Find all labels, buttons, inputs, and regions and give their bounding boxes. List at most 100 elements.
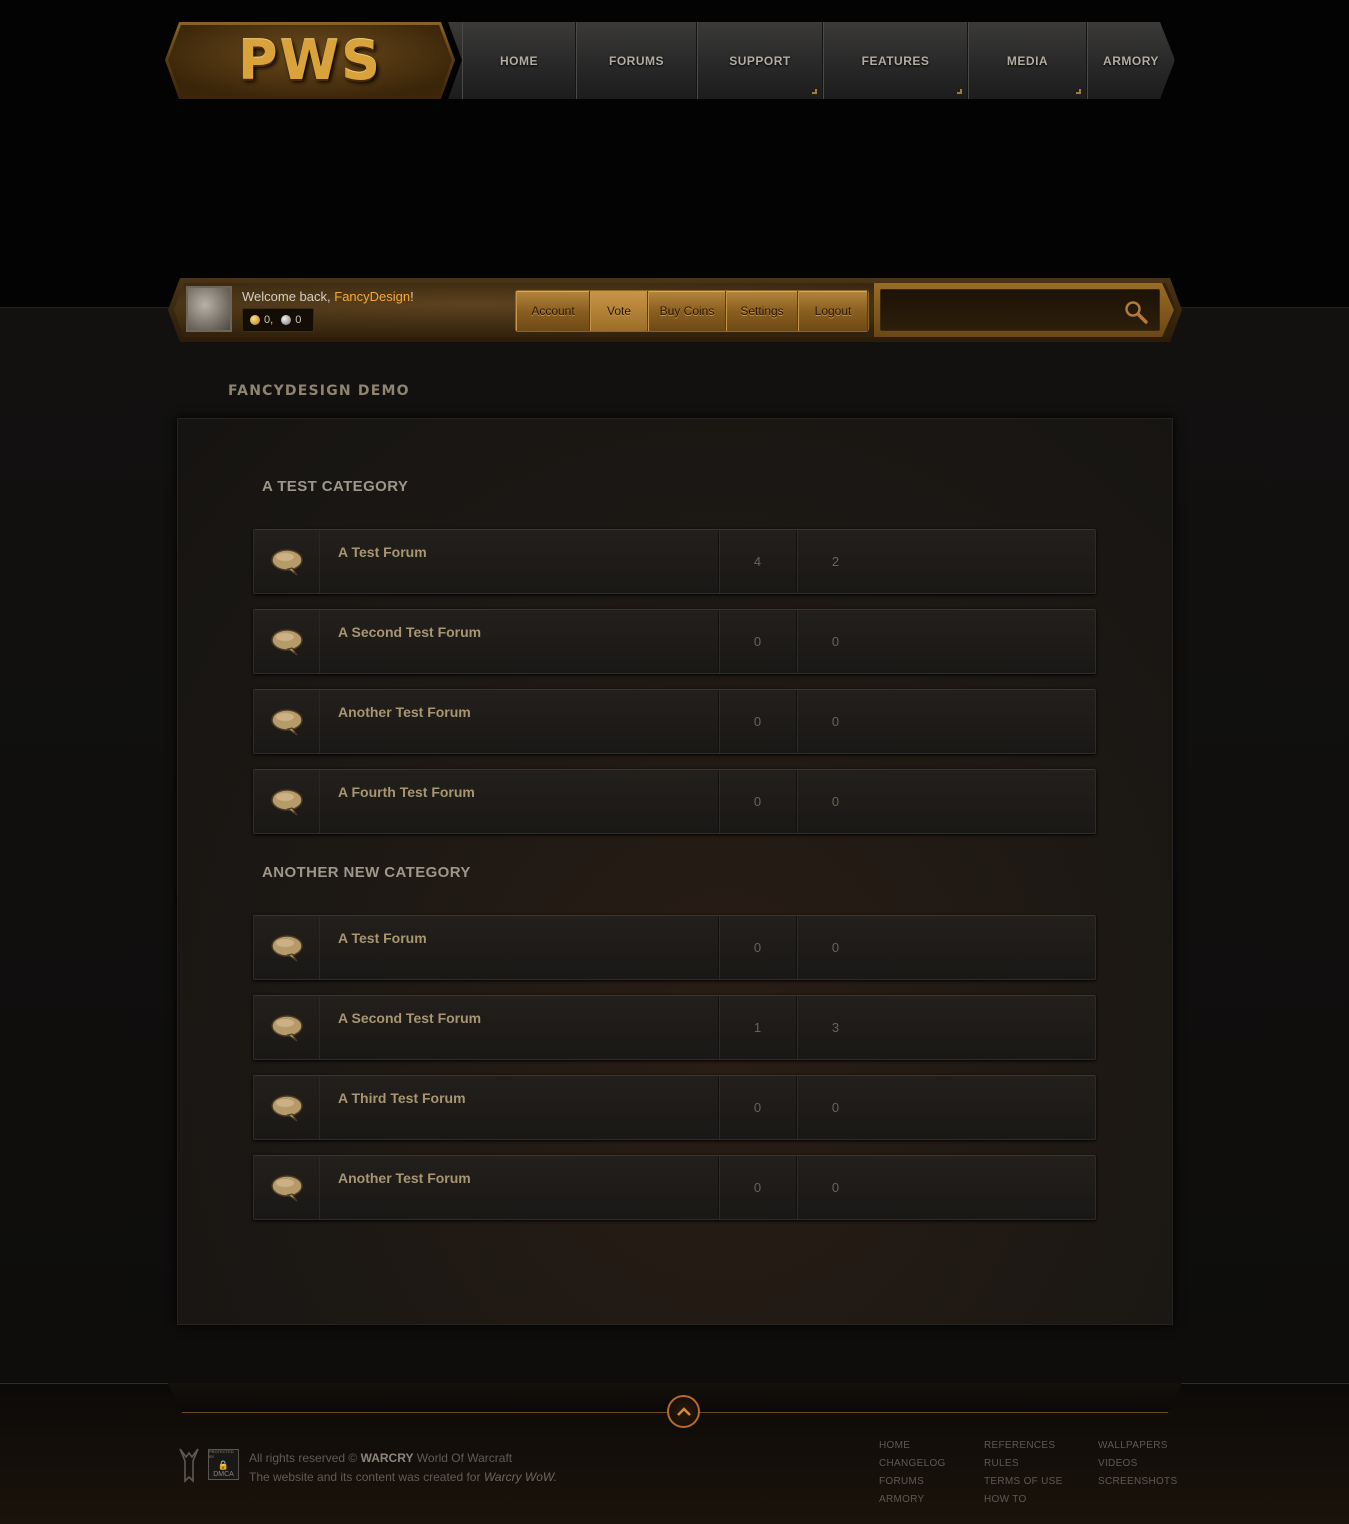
copyright-text: All rights reserved © WARCRY World Of Wa… — [249, 1449, 557, 1487]
account-button[interactable]: Account — [516, 291, 590, 331]
dmca-badge[interactable]: PROTECTED BY 🔒 DMCA — [208, 1449, 239, 1480]
forum-row[interactable]: A Third Test Forum 0 0 — [253, 1075, 1096, 1140]
footer-link-screenshots[interactable]: SCREENSHOTS — [1098, 1473, 1177, 1491]
speech-bubble-icon — [270, 628, 303, 655]
forum-icon-cell — [254, 916, 320, 979]
footer-link-terms[interactable]: TERMS OF USE — [984, 1473, 1063, 1491]
speech-bubble-icon — [270, 1094, 303, 1121]
vote-button[interactable]: Vote — [590, 291, 648, 331]
forum-name[interactable]: Another Test Forum — [338, 1170, 471, 1186]
footer-link-wallpapers[interactable]: WALLPAPERS — [1098, 1437, 1177, 1455]
topic-count: 0 — [718, 610, 796, 673]
gold-coin-count: 0, — [264, 314, 274, 326]
footer-link-changelog[interactable]: CHANGELOG — [879, 1455, 946, 1473]
footer-link-references[interactable]: REFERENCES — [984, 1437, 1063, 1455]
warcry-logo-icon[interactable] — [178, 1447, 200, 1483]
forum-row[interactable]: Another Test Forum 0 0 — [253, 1155, 1096, 1220]
speech-bubble-icon — [270, 1014, 303, 1041]
nav-home[interactable]: HOME — [462, 22, 576, 99]
user-menu: Account Vote Buy Coins Settings Logout — [515, 290, 869, 332]
forum-icon-cell — [254, 610, 320, 673]
post-count: 0 — [796, 770, 874, 833]
category-title: ANOTHER NEW CATEGORY — [262, 864, 471, 881]
forum-name[interactable]: Another Test Forum — [338, 704, 471, 720]
site-logo[interactable]: PWS — [165, 22, 455, 99]
username-link[interactable]: FancyDesign — [334, 289, 410, 304]
post-count: 2 — [796, 530, 874, 593]
gold-coin-icon — [250, 315, 260, 325]
forum-row[interactable]: A Test Forum 4 2 — [253, 529, 1096, 594]
chevron-up-icon — [676, 1406, 691, 1416]
footer-links-col-1: HOME CHANGELOG FORUMS ARMORY — [879, 1437, 946, 1509]
settings-button[interactable]: Settings — [726, 291, 798, 331]
back-to-top-button[interactable] — [667, 1395, 700, 1428]
post-count: 0 — [796, 690, 874, 753]
nav-armory[interactable]: ARMORY — [1087, 22, 1175, 99]
nav-forums-label: FORUMS — [609, 53, 664, 68]
forum-row[interactable]: A Fourth Test Forum 0 0 — [253, 769, 1096, 834]
dropdown-corner-icon — [957, 89, 962, 94]
silver-coin-count: 0 — [295, 314, 302, 326]
nav-features[interactable]: FEATURES — [823, 22, 968, 99]
nav-media-label: MEDIA — [1006, 53, 1049, 68]
footer-links-col-2: REFERENCES RULES TERMS OF USE HOW TO — [984, 1437, 1063, 1509]
search-field — [880, 289, 1160, 331]
forum-row[interactable]: A Test Forum 0 0 — [253, 915, 1096, 980]
forum-name[interactable]: A Test Forum — [338, 930, 427, 946]
topic-count: 0 — [718, 916, 796, 979]
post-count: 3 — [796, 996, 874, 1059]
footer-link-armory[interactable]: ARMORY — [879, 1491, 946, 1509]
welcome-prefix: Welcome back, — [242, 289, 335, 304]
forum-icon-cell — [254, 770, 320, 833]
footer-link-home[interactable]: HOME — [879, 1437, 946, 1455]
footer-link-rules[interactable]: RULES — [984, 1455, 1063, 1473]
nav-media[interactable]: MEDIA — [968, 22, 1087, 99]
dmca-top-text: PROTECTED BY — [209, 1449, 234, 1459]
footer-link-videos[interactable]: VIDEOS — [1098, 1455, 1177, 1473]
speech-bubble-icon — [270, 548, 303, 575]
post-count: 0 — [796, 916, 874, 979]
post-count: 0 — [796, 1076, 874, 1139]
forum-name[interactable]: A Second Test Forum — [338, 1010, 481, 1026]
speech-bubble-icon — [270, 708, 303, 735]
logo-text: PWS — [237, 29, 383, 92]
forum-name[interactable]: A Test Forum — [338, 544, 427, 560]
forum-icon-cell — [254, 1076, 320, 1139]
forum-row[interactable]: A Second Test Forum 0 0 — [253, 609, 1096, 674]
post-count: 0 — [796, 1156, 874, 1219]
topic-count: 0 — [718, 1076, 796, 1139]
forum-row[interactable]: A Second Test Forum 1 3 — [253, 995, 1096, 1060]
post-count: 0 — [796, 610, 874, 673]
speech-bubble-icon — [270, 788, 303, 815]
footer-link-how-to[interactable]: HOW TO — [984, 1491, 1063, 1509]
silver-coin-icon — [281, 315, 292, 325]
logout-button[interactable]: Logout — [798, 291, 868, 331]
nav-forums[interactable]: FORUMS — [576, 22, 697, 99]
forum-icon-cell — [254, 1156, 320, 1219]
welcome-message: Welcome back, FancyDesign! — [242, 289, 414, 304]
nav-support[interactable]: SUPPORT — [697, 22, 823, 99]
topic-count: 4 — [718, 530, 796, 593]
buy-coins-button[interactable]: Buy Coins — [648, 291, 726, 331]
forum-name[interactable]: A Fourth Test Forum — [338, 784, 475, 800]
dmca-text: DMCA — [213, 1470, 234, 1478]
speech-bubble-icon — [270, 1174, 303, 1201]
footer-link-forums[interactable]: FORUMS — [879, 1473, 946, 1491]
search-box — [874, 283, 1174, 337]
forum-name[interactable]: A Second Test Forum — [338, 624, 481, 640]
dropdown-corner-icon — [812, 89, 817, 94]
nav-armory-label: ARMORY — [1103, 53, 1159, 68]
footer-links-col-3: WALLPAPERS VIDEOS SCREENSHOTS — [1098, 1437, 1177, 1491]
topic-count: 1 — [718, 996, 796, 1059]
forum-row[interactable]: Another Test Forum 0 0 — [253, 689, 1096, 754]
speech-bubble-icon — [270, 934, 303, 961]
magnifier-icon[interactable] — [1123, 299, 1149, 325]
nav-home-label: HOME — [500, 53, 538, 68]
forum-icon-cell — [254, 530, 320, 593]
forum-name[interactable]: A Third Test Forum — [338, 1090, 466, 1106]
search-input[interactable] — [881, 290, 1111, 330]
main-nav: HOME FORUMS SUPPORT FEATURES MEDIA ARMOR… — [448, 22, 1175, 99]
rights-prefix: All rights reserved © — [249, 1451, 358, 1465]
top-navigation: PWS HOME FORUMS SUPPORT FEATURES MEDIA A… — [165, 22, 1175, 99]
avatar[interactable] — [186, 286, 232, 332]
